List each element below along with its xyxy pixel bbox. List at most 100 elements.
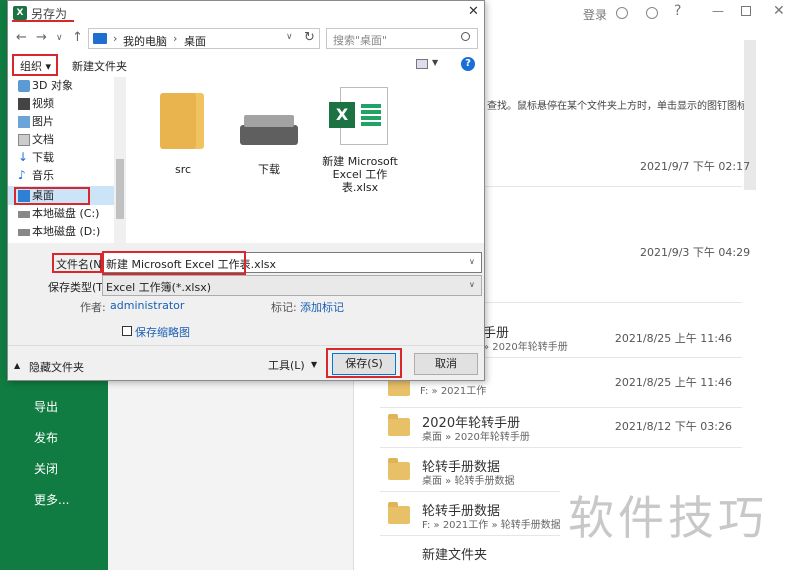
menu-publish[interactable]: 发布 (34, 429, 58, 446)
author-label: 作者: (80, 301, 106, 314)
documents-icon (18, 134, 30, 146)
drive-icon (240, 125, 298, 145)
nav-scrollbar[interactable] (114, 77, 126, 243)
filename-dropdown-icon[interactable]: ∨ (469, 257, 475, 266)
tags-label: 标记: (271, 301, 297, 314)
dialog-close-icon[interactable]: ✕ (468, 4, 479, 19)
folder-path: F: » 2021工作 (420, 386, 487, 397)
close-window-icon[interactable]: ✕ (773, 3, 785, 19)
save-type-dropdown-icon[interactable]: ∨ (469, 280, 475, 289)
nav-label: 本地磁盘 (C:) (32, 207, 100, 220)
help-icon[interactable]: ? (674, 3, 681, 19)
recent-date: 2021/9/7 下午 02:17 (640, 160, 751, 173)
sheet-lines (361, 104, 381, 126)
organize-button[interactable]: 组织 ▾ (20, 58, 51, 74)
recent-dropdown-icon[interactable]: ∨ (56, 33, 63, 43)
divider (8, 345, 484, 346)
address-dropdown-icon[interactable]: ∨ (286, 32, 293, 42)
computer-icon (93, 33, 107, 44)
hide-folders-icon: ▲ (14, 361, 21, 370)
nav-pictures[interactable]: 图片 (18, 113, 54, 131)
forward-arrow-icon[interactable]: → (36, 30, 47, 45)
thumbnail-checkbox[interactable] (122, 326, 132, 336)
file-name: 下载 (258, 163, 280, 176)
breadcrumb-desktop[interactable]: 桌面 (184, 33, 206, 49)
excel-x-badge: X (329, 102, 355, 128)
minimize-icon[interactable]: — (712, 4, 724, 18)
nav-drive-c[interactable]: 本地磁盘 (C:) (18, 205, 100, 223)
refresh-icon[interactable]: ↻ (304, 30, 315, 45)
menu-close[interactable]: 关闭 (34, 460, 58, 477)
view-dropdown-icon[interactable]: ▼ (432, 58, 438, 67)
tools-button[interactable]: 工具(L) (268, 357, 305, 373)
music-icon: ♪ (18, 168, 26, 182)
search-placeholder: 搜索"桌面" (333, 34, 388, 47)
nav-label: 本地磁盘 (D:) (32, 225, 101, 238)
folder-date: 2021/8/25 上午 11:46 (614, 332, 732, 345)
folder-path: 桌面 » 2020年轮转手册 (422, 432, 530, 443)
frown-feedback-icon[interactable] (646, 7, 658, 19)
excel-app-icon: X (13, 6, 27, 20)
search-icon[interactable] (461, 32, 470, 41)
hide-folders-button[interactable]: 隐藏文件夹 (29, 359, 84, 375)
folder-date: 2021/8/12 下午 03:26 (614, 420, 732, 433)
recent-date: 2021/9/3 下午 04:29 (640, 246, 751, 259)
menu-more[interactable]: 更多... (34, 491, 69, 508)
nav-label: 视频 (32, 97, 54, 110)
file-list: src 下载 X 新建 Microsoft Excel 工作表.xlsx (126, 77, 484, 243)
pin-hint-text: 查找。鼠标悬停在某个文件夹上方时，单击显示的图钉图标。 (487, 101, 744, 112)
save-button[interactable]: 保存(S) (332, 353, 396, 375)
folder-icon (388, 414, 410, 436)
search-input[interactable]: 搜索"桌面" (326, 28, 478, 49)
3d-objects-icon (18, 80, 30, 92)
nav-drive-d[interactable]: 本地磁盘 (D:) (18, 223, 101, 241)
smile-feedback-icon[interactable] (616, 7, 628, 19)
up-arrow-icon[interactable]: ↑ (72, 30, 83, 45)
folder-front (160, 93, 196, 149)
recent-folder-row[interactable]: 2020年轮转手册 桌面 » 2020年轮转手册 2021/8/12 下午 03… (380, 408, 742, 448)
author-value[interactable]: administrator (110, 299, 184, 312)
tools-dropdown-icon[interactable]: ▼ (311, 360, 317, 369)
new-folder-button[interactable]: 新建文件夹 (72, 58, 127, 74)
navigation-pane: 3D 对象 视频 图片 文档 ↓ 下载 ♪ 音乐 桌面 本地磁盘 (C:) 本地磁盘… (8, 77, 126, 243)
nav-label: 3D 对象 (32, 79, 73, 92)
folder-icon (388, 458, 410, 480)
highlight-underline (12, 20, 74, 22)
address-bar[interactable]: › 我的电脑 › 桌面 ∨ ↻ (88, 28, 320, 49)
nav-label: 文档 (32, 133, 54, 146)
login-link[interactable]: 登录 (583, 6, 607, 23)
breadcrumb-separator: › (173, 32, 178, 45)
nav-label: 下载 (32, 151, 54, 164)
cancel-button[interactable]: 取消 (414, 353, 478, 375)
excel-file-icon: X (329, 87, 388, 145)
tags-value[interactable]: 添加标记 (300, 299, 344, 315)
downloads-icon: ↓ (18, 150, 29, 164)
back-arrow-icon[interactable]: ← (16, 30, 27, 45)
nav-videos[interactable]: 视频 (18, 95, 54, 113)
folder-path: 桌面 » 轮转手册数据 (422, 476, 515, 487)
file-name: src (174, 163, 192, 176)
help-icon[interactable]: ? (461, 57, 475, 71)
nav-documents[interactable]: 文档 (18, 131, 54, 149)
menu-export[interactable]: 导出 (34, 398, 58, 415)
folder-date: 2021/8/25 上午 11:46 (614, 376, 732, 389)
scroll-thumb[interactable] (116, 159, 124, 219)
nav-label: 音乐 (32, 169, 54, 182)
maximize-icon[interactable] (741, 6, 751, 16)
desktop-icon (18, 190, 30, 202)
drive-top (244, 115, 294, 127)
highlight-box (102, 251, 246, 275)
nav-label: 图片 (32, 115, 54, 128)
nav-music[interactable]: ♪ 音乐 (18, 167, 54, 185)
nav-desktop[interactable]: 桌面 (18, 187, 54, 205)
save-type-value: Excel 工作簿(*.xlsx) (106, 281, 212, 294)
breadcrumb-my-computer[interactable]: 我的电脑 (123, 33, 167, 49)
watermark-panel: 软件技巧 (560, 452, 800, 570)
nav-downloads[interactable]: ↓ 下载 (18, 149, 54, 167)
view-options-icon[interactable] (416, 59, 428, 69)
video-icon (18, 98, 30, 110)
folder-title: 新建文件夹 (422, 548, 488, 563)
save-type-select[interactable]: Excel 工作簿(*.xlsx) ∨ (102, 275, 482, 296)
nav-3d-objects[interactable]: 3D 对象 (18, 77, 73, 95)
dialog-titlebar: X 另存为 ✕ (8, 1, 484, 25)
